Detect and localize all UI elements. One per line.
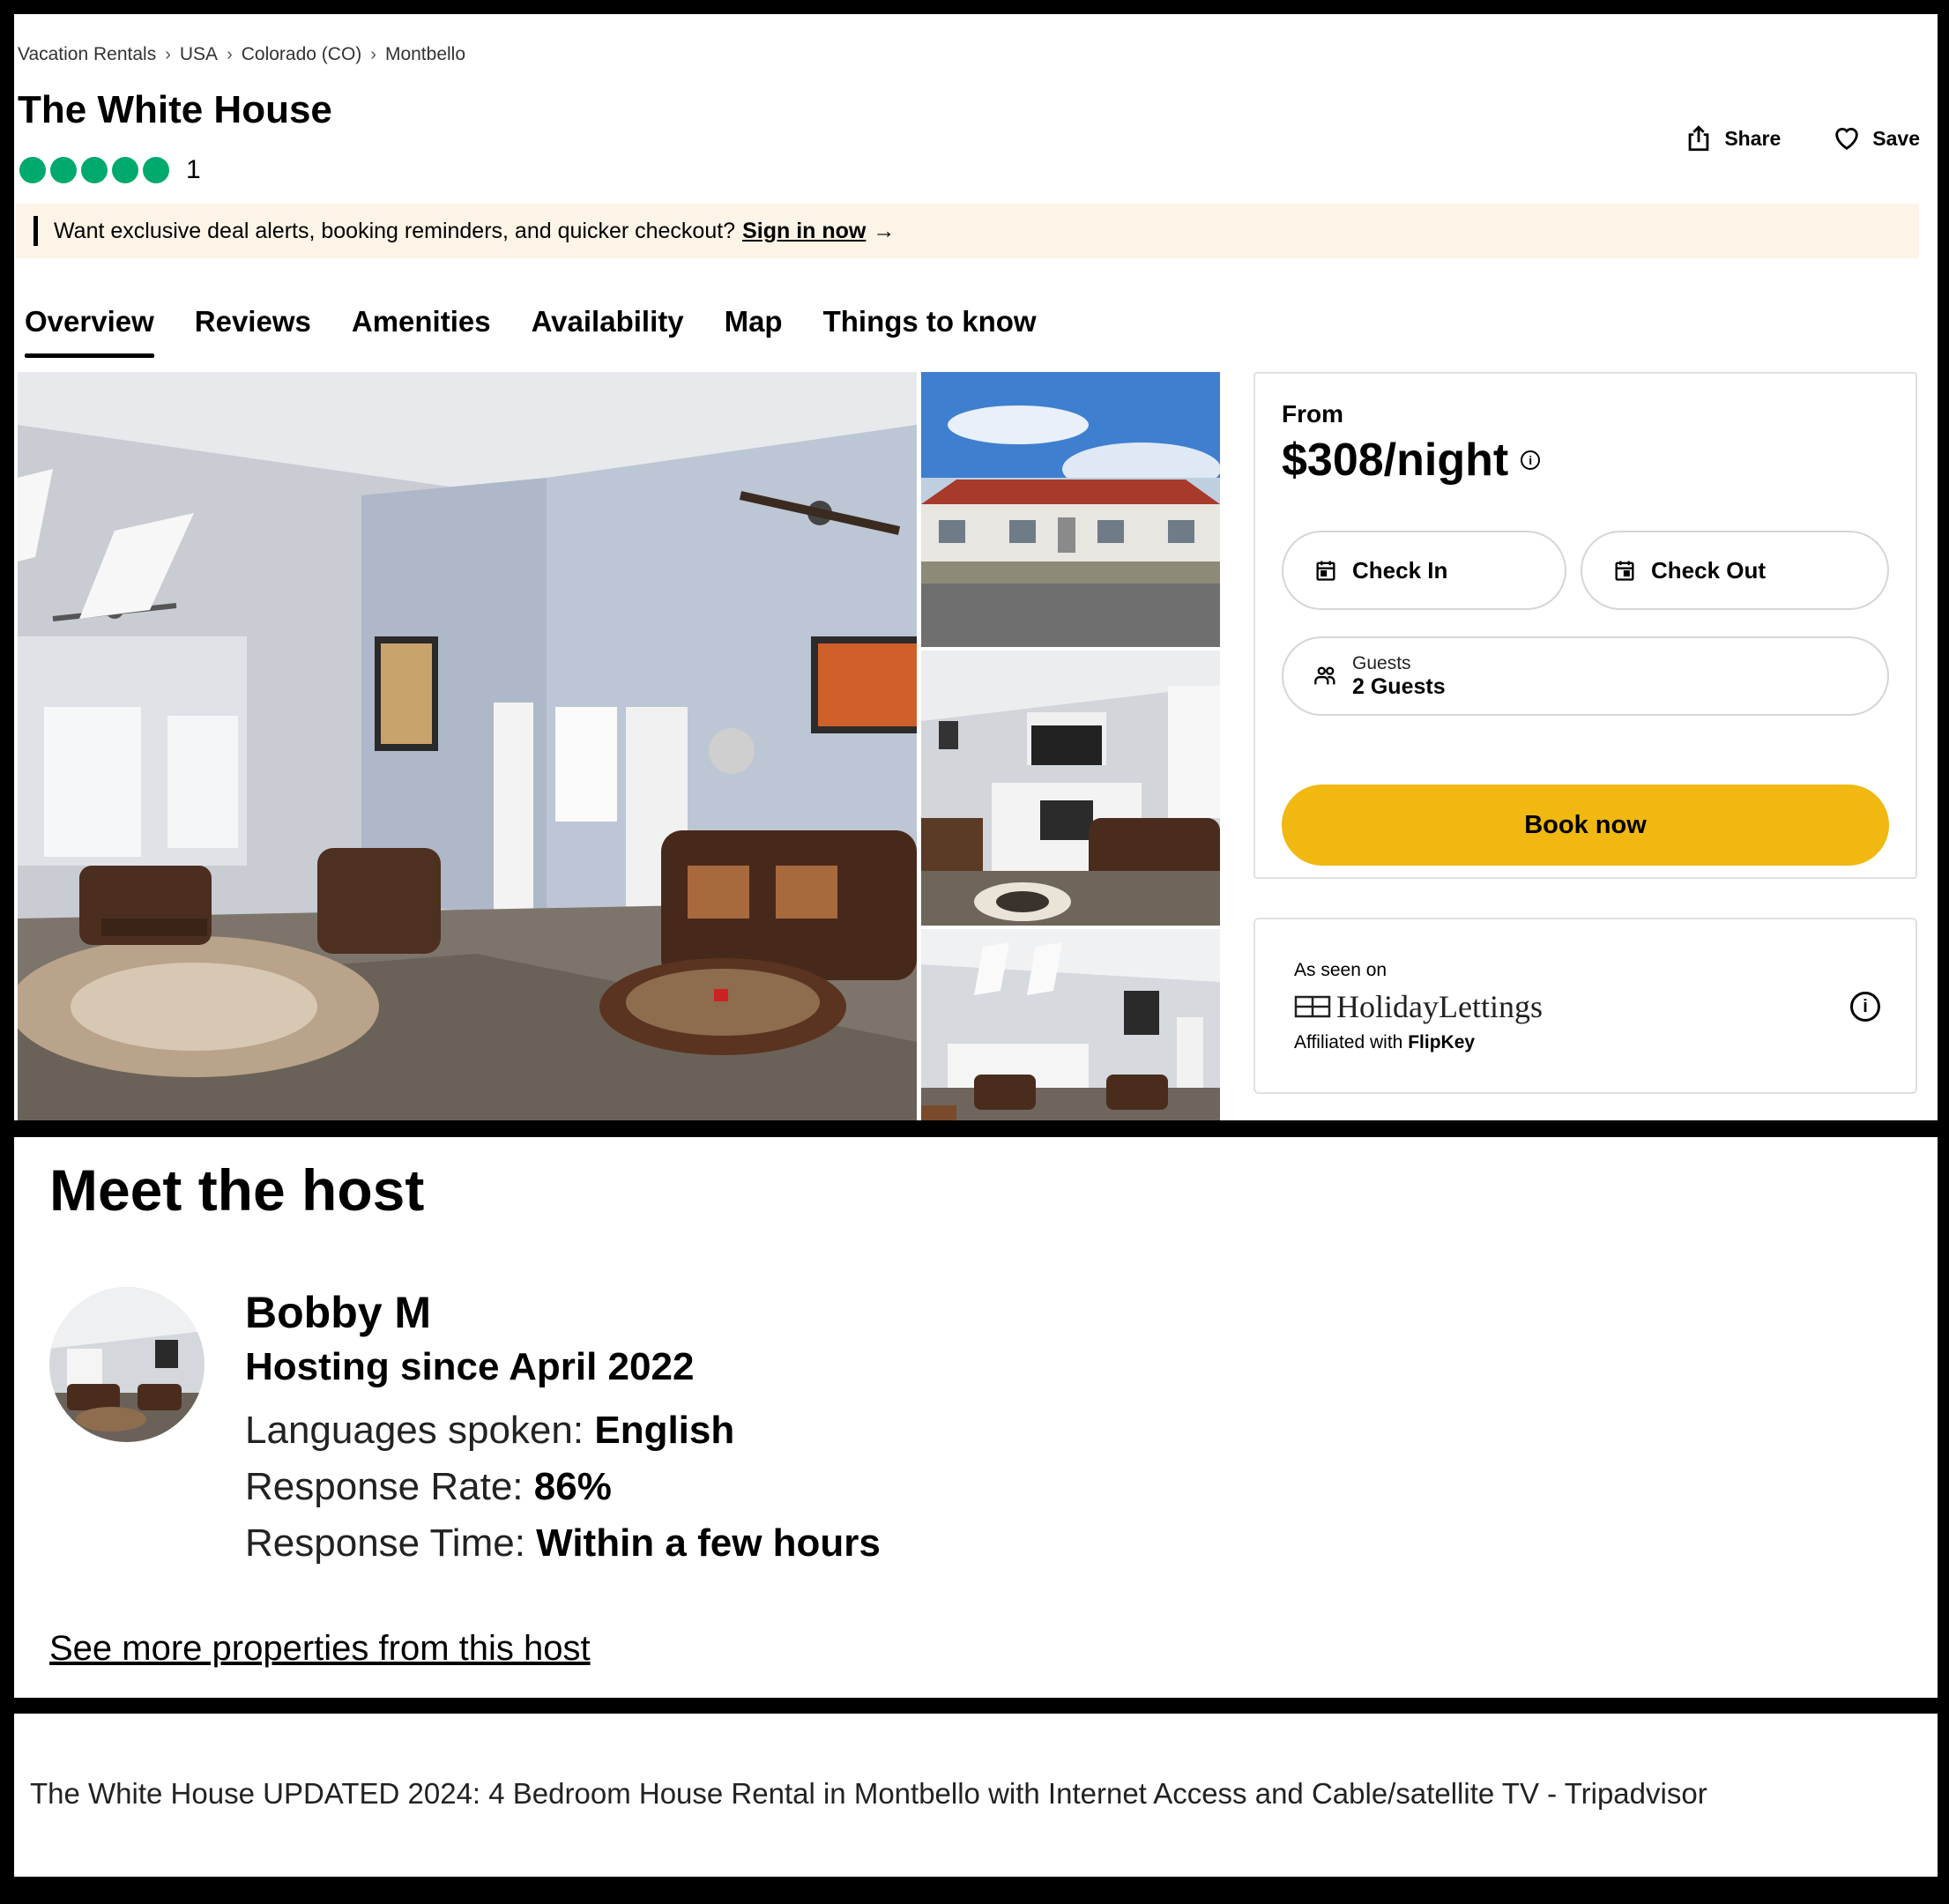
partner-card: As seen on HolidayLettings Affiliated wi…: [1253, 918, 1917, 1094]
response-rate: Response Rate: 86%: [245, 1465, 612, 1509]
rating-bubble-icon: [50, 157, 77, 183]
browser-page-title: The White House UPDATED 2024: 4 Bedroom …: [30, 1777, 1707, 1810]
holidaylettings-logo: HolidayLettings: [1294, 988, 1543, 1025]
affiliated-brand: FlipKey: [1408, 1032, 1476, 1052]
tab-amenities[interactable]: Amenities: [352, 305, 491, 358]
check-in-field[interactable]: Check In: [1282, 531, 1566, 610]
response-rate-value: 86%: [533, 1465, 612, 1508]
response-time-value: Within a few hours: [536, 1521, 881, 1565]
rating-bubble-icon: [81, 157, 108, 183]
calendar-icon: [1316, 561, 1335, 581]
host-panel: Meet the host Bobby M Hosting since Apri…: [14, 1137, 1938, 1698]
share-label: Share: [1724, 126, 1782, 150]
languages-value: English: [594, 1409, 735, 1452]
info-icon[interactable]: i: [1521, 450, 1541, 470]
breadcrumb-item-colorado[interactable]: Colorado (CO): [242, 44, 362, 65]
living-room-photo[interactable]: [921, 651, 1220, 926]
guests-value: 2 Guests: [1352, 673, 1446, 699]
guests-label: Guests: [1352, 652, 1411, 673]
check-out-label: Check Out: [1651, 556, 1767, 584]
section-tabs: Overview Reviews Amenities Availability …: [25, 305, 1037, 358]
heart-icon: [1835, 128, 1859, 151]
guests-field[interactable]: Guests 2 Guests: [1282, 636, 1889, 716]
tab-overview[interactable]: Overview: [25, 305, 154, 358]
save-button[interactable]: Save: [1832, 123, 1920, 153]
host-heading: Meet the host: [49, 1157, 425, 1223]
price-from-label: From: [1282, 400, 1343, 428]
calendar-icon: [1615, 561, 1634, 581]
share-button[interactable]: Share: [1684, 123, 1781, 153]
tab-things-to-know[interactable]: Things to know: [823, 305, 1037, 358]
tab-map[interactable]: Map: [725, 305, 783, 358]
check-out-field[interactable]: Check Out: [1581, 531, 1889, 610]
guests-icon: [1314, 666, 1335, 685]
save-label: Save: [1872, 126, 1920, 150]
sign-in-link[interactable]: Sign in now: [742, 219, 866, 244]
tab-availability[interactable]: Availability: [532, 305, 684, 358]
response-time-label: Response Time:: [245, 1521, 525, 1565]
holidaylettings-logo-icon: [1294, 995, 1331, 1018]
page-title-panel: The White House UPDATED 2024: 4 Bedroom …: [14, 1714, 1938, 1877]
host-name: Bobby M: [245, 1288, 432, 1337]
languages-label: Languages spoken:: [245, 1409, 584, 1452]
sign-in-banner: Want exclusive deal alerts, booking remi…: [16, 204, 1919, 258]
as-seen-on-label: As seen on: [1294, 960, 1387, 980]
rating-bubble-icon: [112, 157, 138, 183]
chevron-right-icon: ›: [165, 44, 171, 64]
price-value: $308/night: [1282, 435, 1509, 486]
response-rate-label: Response Rate:: [245, 1465, 524, 1508]
arrow-right-icon: →: [873, 218, 896, 243]
rating-bubble-icon: [19, 157, 46, 183]
book-now-button[interactable]: Book now: [1282, 785, 1889, 866]
avatar: [49, 1287, 205, 1442]
affiliated-text: Affiliated with FlipKey: [1294, 1032, 1475, 1053]
partner-brand: HolidayLettings: [1336, 989, 1543, 1024]
breadcrumb-item-usa[interactable]: USA: [180, 44, 218, 65]
info-icon[interactable]: i: [1850, 992, 1880, 1022]
tab-reviews[interactable]: Reviews: [195, 305, 311, 358]
listing-panel: Vacation Rentals › USA › Colorado (CO) ›…: [14, 14, 1938, 1120]
check-in-label: Check In: [1352, 556, 1448, 584]
nightly-price: $308/night i: [1282, 434, 1541, 487]
page-title: The White House: [18, 88, 332, 131]
guests-text: Guests 2 Guests: [1352, 653, 1446, 700]
breadcrumb-item-vacation-rentals[interactable]: Vacation Rentals: [18, 44, 156, 65]
affiliated-prefix: Affiliated with: [1294, 1032, 1403, 1052]
share-icon: [1689, 125, 1709, 152]
breadcrumb-item-montbello[interactable]: Montbello: [385, 44, 465, 65]
rating-bubble-icon: [143, 157, 169, 183]
great-room-photo[interactable]: [921, 929, 1220, 1120]
chevron-right-icon: ›: [370, 44, 376, 64]
banner-text: Want exclusive deal alerts, booking remi…: [54, 218, 736, 243]
response-time: Response Time: Within a few hours: [245, 1521, 881, 1566]
top-actions: Share Save: [1684, 123, 1920, 153]
chevron-right-icon: ›: [227, 44, 233, 64]
see-more-properties-link[interactable]: See more properties from this host: [49, 1629, 591, 1669]
review-count[interactable]: 1: [186, 155, 201, 185]
exterior-photo[interactable]: [921, 372, 1220, 647]
booking-card: From $308/night i Check In Check Out Gue…: [1253, 372, 1917, 879]
hosting-since: Hosting since April 2022: [245, 1345, 695, 1388]
rating[interactable]: 1: [19, 155, 201, 185]
main-photo[interactable]: [18, 372, 917, 1120]
banner-accent-bar: [33, 216, 38, 246]
breadcrumb: Vacation Rentals › USA › Colorado (CO) ›…: [18, 44, 465, 65]
languages-spoken: Languages spoken: English: [245, 1409, 734, 1453]
